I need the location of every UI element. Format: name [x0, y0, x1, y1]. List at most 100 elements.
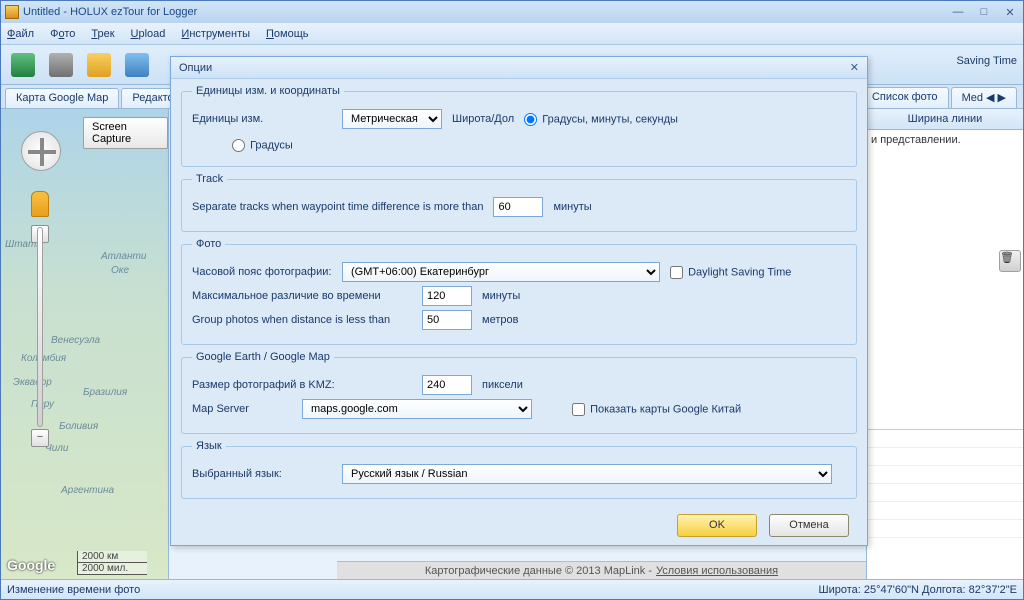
- toolbar-device-button[interactable]: [45, 49, 77, 81]
- menu-upload[interactable]: Upload: [131, 28, 166, 40]
- zoom-slider[interactable]: [37, 227, 43, 427]
- window-title: Untitled - HOLUX ezTour for Logger: [23, 6, 197, 18]
- group-units-legend: Единицы изм. и координаты: [192, 85, 344, 97]
- tab-google-map[interactable]: Карта Google Map: [5, 88, 119, 108]
- window-buttons: — □ ✕: [949, 6, 1019, 19]
- toolbar-scan-button[interactable]: [7, 49, 39, 81]
- track-sep-unit: минуты: [553, 201, 591, 213]
- options-dialog: Опции ✕ Единицы изм. и координаты Единиц…: [170, 56, 868, 546]
- dialog-title: Опции: [179, 62, 212, 74]
- dialog-close-button[interactable]: ✕: [850, 61, 859, 74]
- map-label: Атланти: [101, 251, 146, 262]
- list-item[interactable]: [867, 520, 1023, 538]
- units-label: Единицы изм.: [192, 113, 332, 125]
- map-panel[interactable]: Штаты Атланти Оке Венесуэла Колумбия Экв…: [1, 109, 169, 579]
- group-photo-legend: Фото: [192, 238, 225, 250]
- track-sep-input[interactable]: [493, 197, 543, 217]
- radio-deg[interactable]: Градусы: [232, 139, 372, 152]
- dialog-body: Единицы изм. и координаты Единицы изм. М…: [171, 79, 867, 505]
- map-label: Боливия: [59, 421, 98, 432]
- sidebar-list: [867, 429, 1023, 579]
- group-google-legend: Google Earth / Google Map: [192, 351, 334, 363]
- status-left: Изменение времени фото: [7, 584, 140, 596]
- dialog-titlebar: Опции ✕: [171, 57, 867, 79]
- streetview-pegman[interactable]: [31, 191, 49, 217]
- google-logo: Google: [7, 557, 55, 573]
- menubar: Файл Фото Трек Upload Инструменты Помощь: [1, 23, 1023, 45]
- menu-track[interactable]: Трек: [91, 28, 114, 40]
- dialog-footer: OK Отмена: [171, 505, 867, 545]
- group-language: Язык Выбранный язык: Русский язык / Russ…: [181, 440, 857, 499]
- maximize-button[interactable]: □: [975, 6, 993, 19]
- menu-file[interactable]: Файл: [7, 28, 34, 40]
- latlon-label: Широта/Дол: [452, 113, 514, 125]
- group-language-legend: Язык: [192, 440, 226, 452]
- lang-select[interactable]: Русский язык / Russian: [342, 464, 832, 484]
- tab-photo-list[interactable]: Список фото: [861, 87, 949, 108]
- groupdist-label: Group photos when distance is less than: [192, 314, 412, 326]
- scale-km: 2000 км: [77, 551, 147, 563]
- menu-photo[interactable]: Фото: [50, 28, 75, 40]
- scale-mi: 2000 мил.: [77, 563, 147, 575]
- group-photo: Фото Часовой пояс фотографии: (GMT+06:00…: [181, 238, 857, 345]
- kmz-label: Размер фотографий в KMZ:: [192, 379, 412, 391]
- terms-link[interactable]: Условия использования: [656, 565, 778, 577]
- cancel-button[interactable]: Отмена: [769, 514, 849, 537]
- list-item[interactable]: [867, 430, 1023, 448]
- group-google: Google Earth / Google Map Размер фотогра…: [181, 351, 857, 434]
- tz-select[interactable]: (GMT+06:00) Екатеринбург: [342, 262, 660, 282]
- track-sep-label: Separate tracks when waypoint time diffe…: [192, 201, 483, 213]
- list-item[interactable]: [867, 484, 1023, 502]
- units-select[interactable]: Метрическая: [342, 109, 442, 129]
- kmz-input[interactable]: [422, 375, 472, 395]
- group-units: Единицы изм. и координаты Единицы изм. М…: [181, 85, 857, 167]
- maxdiff-label: Максимальное различие во времени: [192, 290, 412, 302]
- list-item[interactable]: [867, 448, 1023, 466]
- tab-med[interactable]: Med ◀ ▶: [951, 87, 1017, 108]
- zoom-out-button[interactable]: −: [31, 429, 49, 447]
- list-item[interactable]: [867, 502, 1023, 520]
- list-item[interactable]: [867, 466, 1023, 484]
- trash-icon[interactable]: 🗑: [999, 250, 1021, 272]
- map-pan-control[interactable]: [21, 131, 61, 171]
- mapserver-label: Map Server: [192, 403, 292, 415]
- ok-button[interactable]: OK: [677, 514, 757, 537]
- menu-tools[interactable]: Инструменты: [181, 28, 250, 40]
- map-label: Аргентина: [61, 485, 114, 496]
- mapserver-select[interactable]: maps.google.com: [302, 399, 532, 419]
- statusbar: Изменение времени фото Широта: 25°47'60"…: [1, 579, 1023, 599]
- map-label: Оке: [111, 265, 129, 276]
- sidebar-header[interactable]: Ширина линии: [867, 109, 1023, 130]
- group-track-legend: Track: [192, 173, 227, 185]
- toolbar-right-label: Saving Time: [956, 55, 1017, 67]
- titlebar: Untitled - HOLUX ezTour for Logger — □ ✕: [1, 1, 1023, 23]
- app-icon: [5, 5, 19, 19]
- map-canvas[interactable]: Штаты Атланти Оке Венесуэла Колумбия Экв…: [1, 109, 168, 579]
- maxdiff-unit: минуты: [482, 290, 520, 302]
- map-label: Бразилия: [83, 387, 127, 398]
- map-label: Колумбия: [21, 353, 66, 364]
- map-scale: 2000 км 2000 мил.: [77, 551, 147, 575]
- tz-label: Часовой пояс фотографии:: [192, 266, 332, 278]
- sidebar-body: и представлении. 🗑: [867, 130, 1023, 579]
- map-label: Венесуэла: [51, 335, 100, 346]
- map-attribution: Картографические данные © 2013 MapLink -…: [337, 561, 866, 579]
- group-track: Track Separate tracks when waypoint time…: [181, 173, 857, 232]
- sidebar-panel: Ширина линии и представлении. 🗑: [866, 109, 1023, 579]
- lang-label: Выбранный язык:: [192, 468, 332, 480]
- groupdist-input[interactable]: [422, 310, 472, 330]
- status-coords: Широта: 25°47'60"N Долгота: 82°37'2"E: [819, 584, 1017, 596]
- map-label: Эквадор: [13, 377, 52, 388]
- toolbar-folder-button[interactable]: [83, 49, 115, 81]
- groupdist-unit: метров: [482, 314, 518, 326]
- toolbar-photo-button[interactable]: [121, 49, 153, 81]
- maxdiff-input[interactable]: [422, 286, 472, 306]
- close-button[interactable]: ✕: [1001, 6, 1019, 19]
- menu-help[interactable]: Помощь: [266, 28, 309, 40]
- dst-checkbox[interactable]: Daylight Saving Time: [670, 266, 810, 279]
- screen-capture-button[interactable]: Screen Capture: [83, 117, 168, 149]
- radio-dms[interactable]: Градусы, минуты, секунды: [524, 113, 678, 126]
- china-checkbox[interactable]: Показать карты Google Китай: [572, 403, 741, 416]
- minimize-button[interactable]: —: [949, 6, 967, 19]
- kmz-unit: пиксели: [482, 379, 523, 391]
